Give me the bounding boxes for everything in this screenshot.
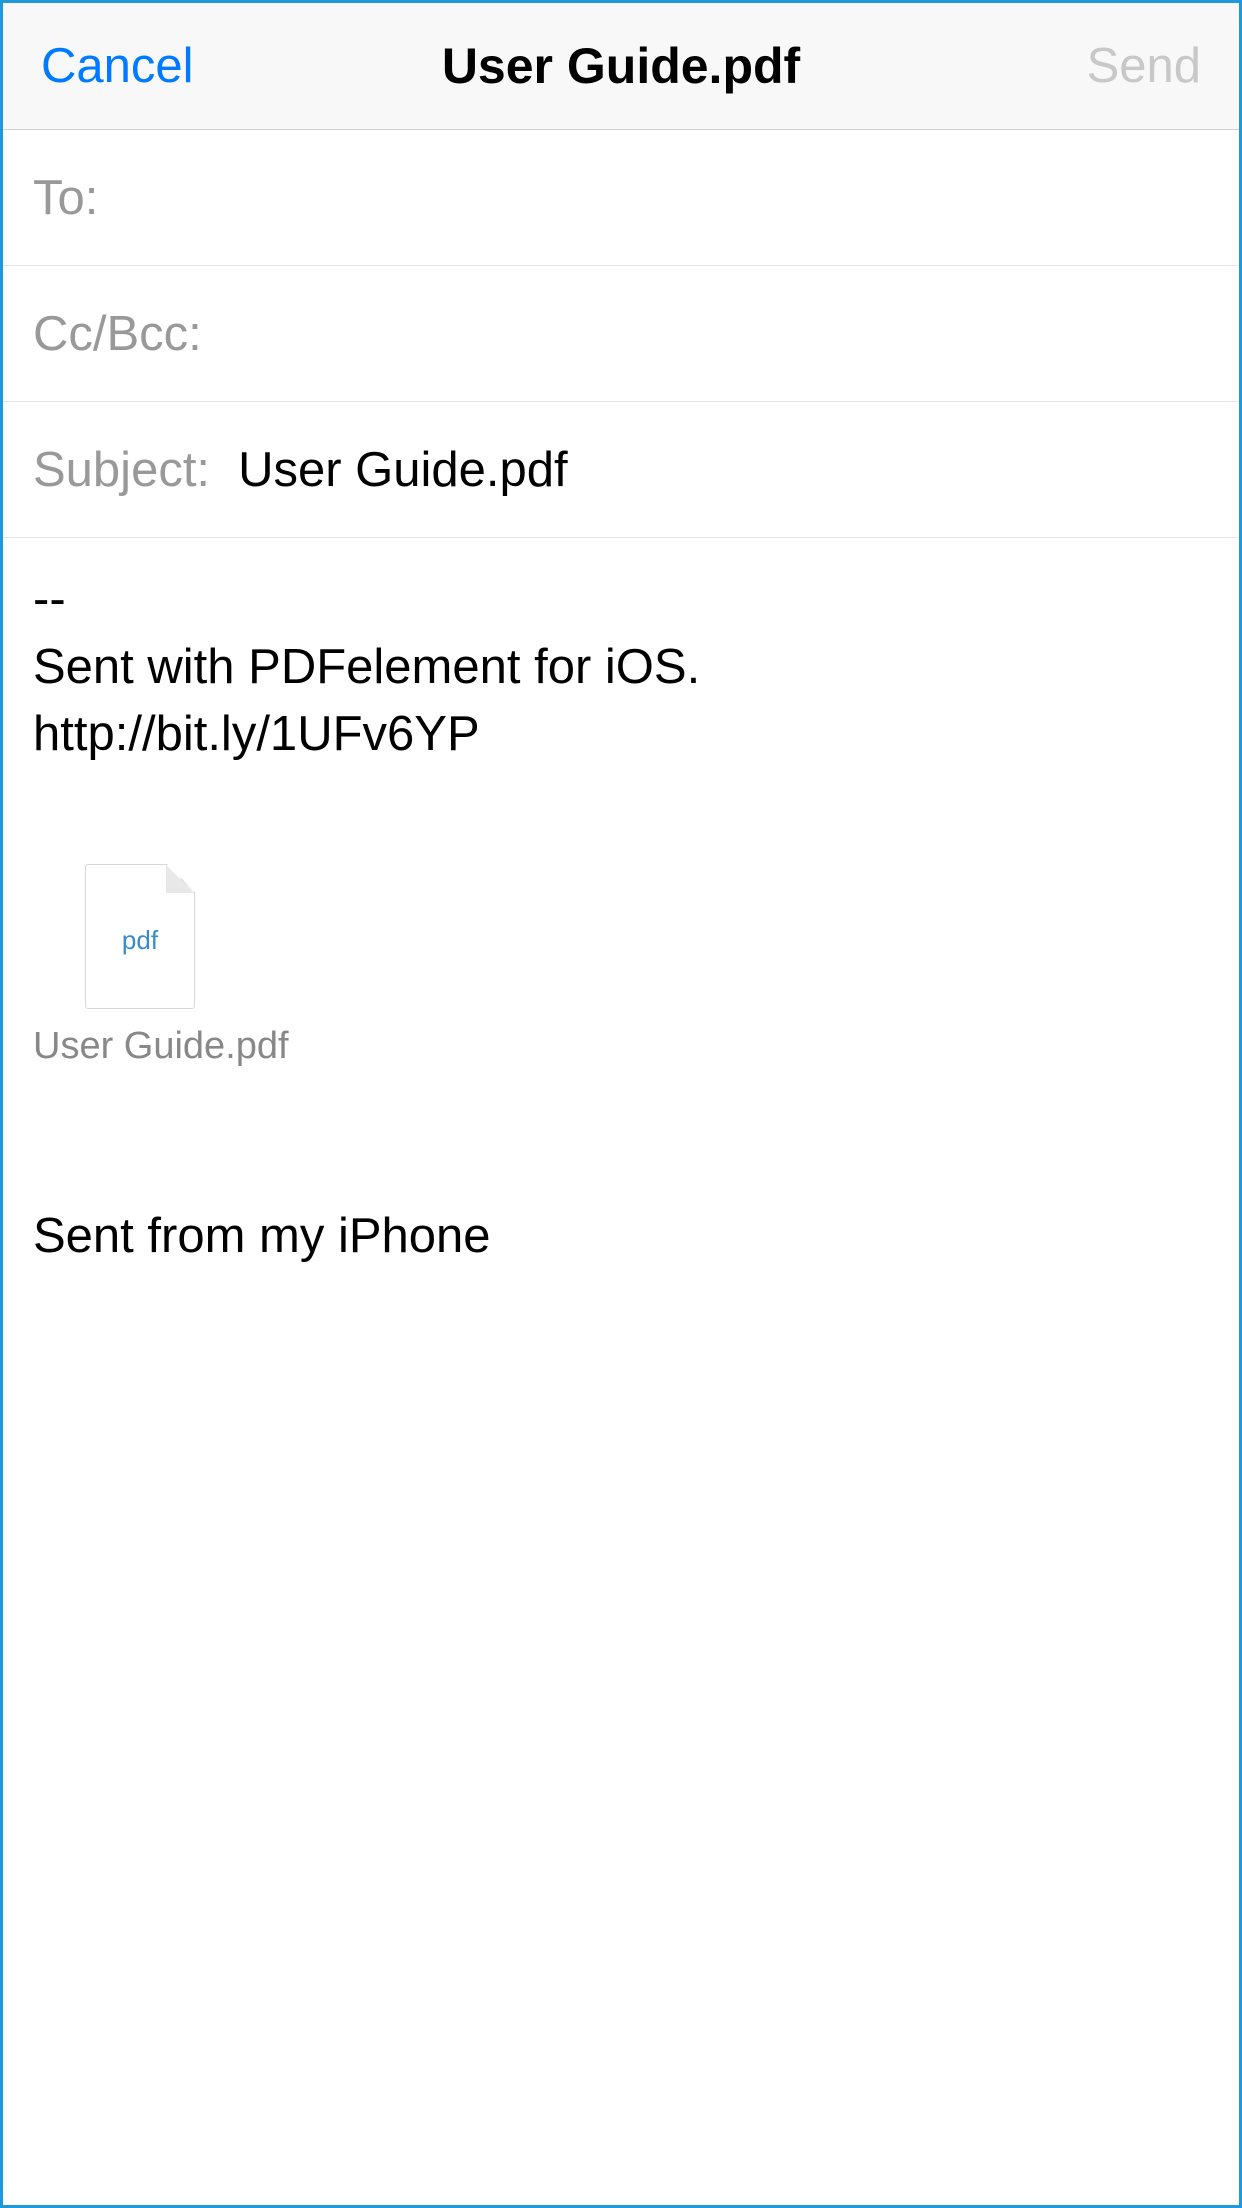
to-label: To: [33,170,98,226]
ccbcc-input[interactable] [230,306,1209,362]
email-signature[interactable]: Sent from my iPhone [33,1208,1209,1264]
attachment-filename: User Guide.pdf [33,1025,1209,1068]
page-title: User Guide.pdf [442,37,800,95]
ccbcc-label: Cc/Bcc: [33,306,202,362]
compose-header: Cancel User Guide.pdf Send [3,3,1239,130]
to-field-row[interactable]: To: [3,130,1239,266]
ccbcc-field-row[interactable]: Cc/Bcc: [3,266,1239,402]
page-fold-shadow [166,865,194,893]
message-body-area[interactable]: -- Sent with PDFelement for iOS. http://… [3,538,1239,1292]
to-input[interactable] [126,170,1209,226]
cancel-button[interactable]: Cancel [41,38,194,94]
compose-body: To: Cc/Bcc: Subject: User Guide.pdf -- S… [3,130,1239,1292]
attachment-file-icon[interactable]: pdf [85,864,195,1009]
body-text[interactable]: -- Sent with PDFelement for iOS. http://… [33,566,1209,769]
send-button[interactable]: Send [1087,38,1201,94]
subject-label: Subject: [33,442,210,498]
subject-input[interactable]: User Guide.pdf [238,442,568,498]
subject-field-row[interactable]: Subject: User Guide.pdf [3,402,1239,538]
attachment-section: pdf User Guide.pdf [33,864,1209,1068]
attachment-type-badge: pdf [122,925,158,956]
